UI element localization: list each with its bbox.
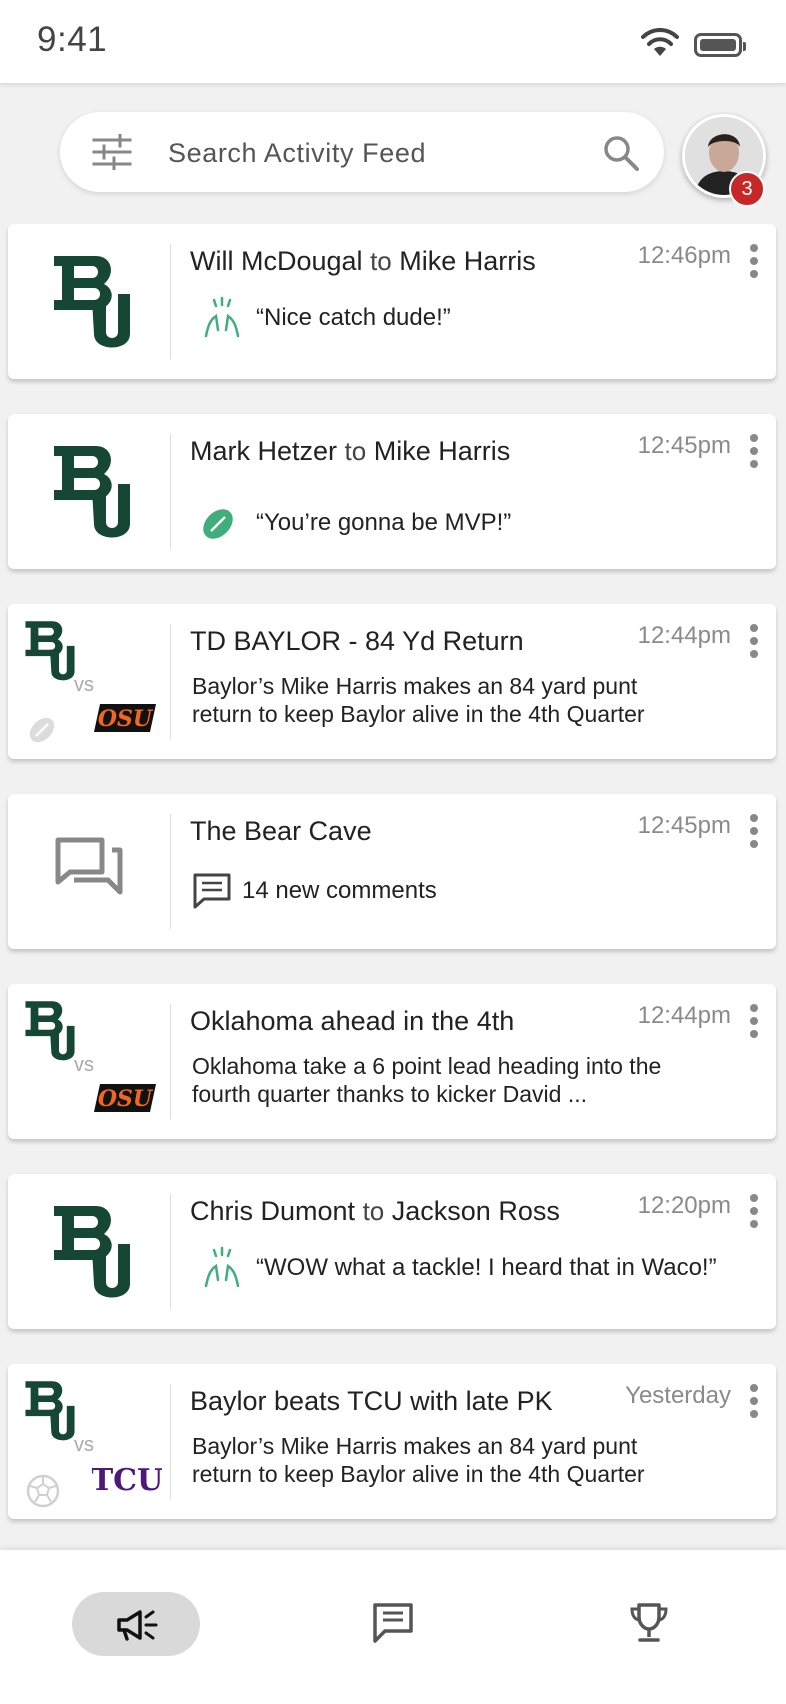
comment-icon: [193, 873, 231, 909]
baylor-logo: [25, 621, 75, 681]
bottom-nav: [0, 1550, 786, 1704]
card-divider: [170, 1004, 171, 1119]
card-message: “WOW what a tackle! I heard that in Waco…: [256, 1254, 717, 1281]
vs-label: vs: [74, 674, 94, 696]
feed-card-message[interactable]: Will McDougal to Mike Harris 12:46pm “Ni…: [8, 224, 776, 379]
card-divider: [170, 244, 171, 359]
card-divider: [170, 1194, 171, 1309]
status-time: 9:41: [37, 20, 108, 59]
high-five-icon: [204, 296, 240, 338]
more-options-icon[interactable]: [750, 434, 758, 473]
wifi-icon: [641, 28, 679, 56]
vs-label: vs: [74, 1434, 94, 1456]
feed-card-message[interactable]: Chris Dumont to Jackson Ross 12:20pm “WO…: [8, 1174, 776, 1329]
baylor-logo: [54, 256, 130, 348]
card-timestamp: 12:44pm: [637, 622, 731, 649]
football-icon: [29, 717, 55, 743]
svg-text:TCU: TCU: [92, 1463, 162, 1494]
feed-card-game[interactable]: vs TCU Baylor beats TCU with late PK Yes…: [8, 1364, 776, 1519]
trophy-icon[interactable]: [628, 1602, 670, 1644]
battery-icon: [694, 33, 746, 57]
vs-label: vs: [74, 1054, 94, 1076]
filter-icon[interactable]: [92, 134, 132, 170]
svg-text:OSU: OSU: [98, 706, 154, 732]
search-input[interactable]: [166, 130, 560, 176]
high-five-icon: [204, 1246, 240, 1288]
megaphone-icon: [117, 1610, 158, 1641]
card-divider: [170, 814, 171, 929]
feed-card-comments[interactable]: The Bear Cave 12:45pm 14 new comments: [8, 794, 776, 949]
soccer-ball-icon: [26, 1474, 60, 1508]
card-divider: [170, 1384, 171, 1499]
card-timestamp: 12:45pm: [637, 432, 731, 459]
card-timestamp: Yesterday: [625, 1382, 731, 1409]
card-message: 14 new comments: [242, 877, 437, 904]
card-timestamp: 12:44pm: [637, 1002, 731, 1029]
card-timestamp: 12:46pm: [637, 242, 731, 269]
card-message: “Nice catch dude!”: [256, 304, 451, 331]
more-options-icon[interactable]: [750, 1194, 758, 1233]
baylor-logo: [25, 1381, 75, 1441]
card-title: Oklahoma ahead in the 4th: [190, 1006, 515, 1036]
baylor-logo: [25, 1001, 75, 1061]
feed-card-message[interactable]: Mark Hetzer to Mike Harris 12:45pm “You’…: [8, 414, 776, 569]
status-bar: 9:41: [0, 0, 786, 84]
card-title: TD BAYLOR - 84 Yd Return: [190, 626, 524, 656]
card-description: Baylor’s Mike Harris makes an 84 yard pu…: [192, 1433, 645, 1487]
more-options-icon[interactable]: [750, 1384, 758, 1423]
more-options-icon[interactable]: [750, 244, 758, 283]
more-options-icon[interactable]: [750, 1004, 758, 1043]
feed-card-game[interactable]: vs OSU Oklahoma ahead in the 4th 12:44pm…: [8, 984, 776, 1139]
nav-activity-button[interactable]: [72, 1592, 200, 1656]
search-icon[interactable]: [602, 134, 640, 172]
football-icon: [203, 509, 233, 539]
search-bar[interactable]: [60, 112, 664, 192]
svg-text:OSU: OSU: [98, 1086, 154, 1112]
tcu-logo: TCU: [92, 1463, 162, 1494]
chat-icon[interactable]: [372, 1602, 414, 1644]
card-title: The Bear Cave: [190, 816, 372, 846]
card-description: Baylor’s Mike Harris makes an 84 yard pu…: [192, 673, 645, 727]
card-timestamp: 12:45pm: [637, 812, 731, 839]
card-title: Mark Hetzer to Mike Harris: [190, 436, 511, 466]
baylor-logo: [54, 446, 130, 538]
card-message: “You’re gonna be MVP!”: [256, 509, 512, 536]
card-title: Will McDougal to Mike Harris: [190, 246, 536, 276]
baylor-logo: [54, 1206, 130, 1298]
notification-badge: 3: [729, 171, 765, 207]
card-description: Oklahoma take a 6 point lead heading int…: [192, 1053, 662, 1107]
osu-logo: OSU: [94, 1084, 156, 1112]
card-timestamp: 12:20pm: [637, 1192, 731, 1219]
more-options-icon[interactable]: [750, 814, 758, 853]
comments-icon: [55, 837, 123, 895]
osu-logo: OSU: [94, 704, 156, 732]
card-title: Baylor beats TCU with late PK: [190, 1386, 553, 1416]
card-title: Chris Dumont to Jackson Ross: [190, 1196, 560, 1226]
feed-card-game[interactable]: vs OSU TD BAYLOR - 84 Yd Return 12:44pm …: [8, 604, 776, 759]
more-options-icon[interactable]: [750, 624, 758, 663]
card-divider: [170, 434, 171, 549]
card-divider: [170, 624, 171, 739]
